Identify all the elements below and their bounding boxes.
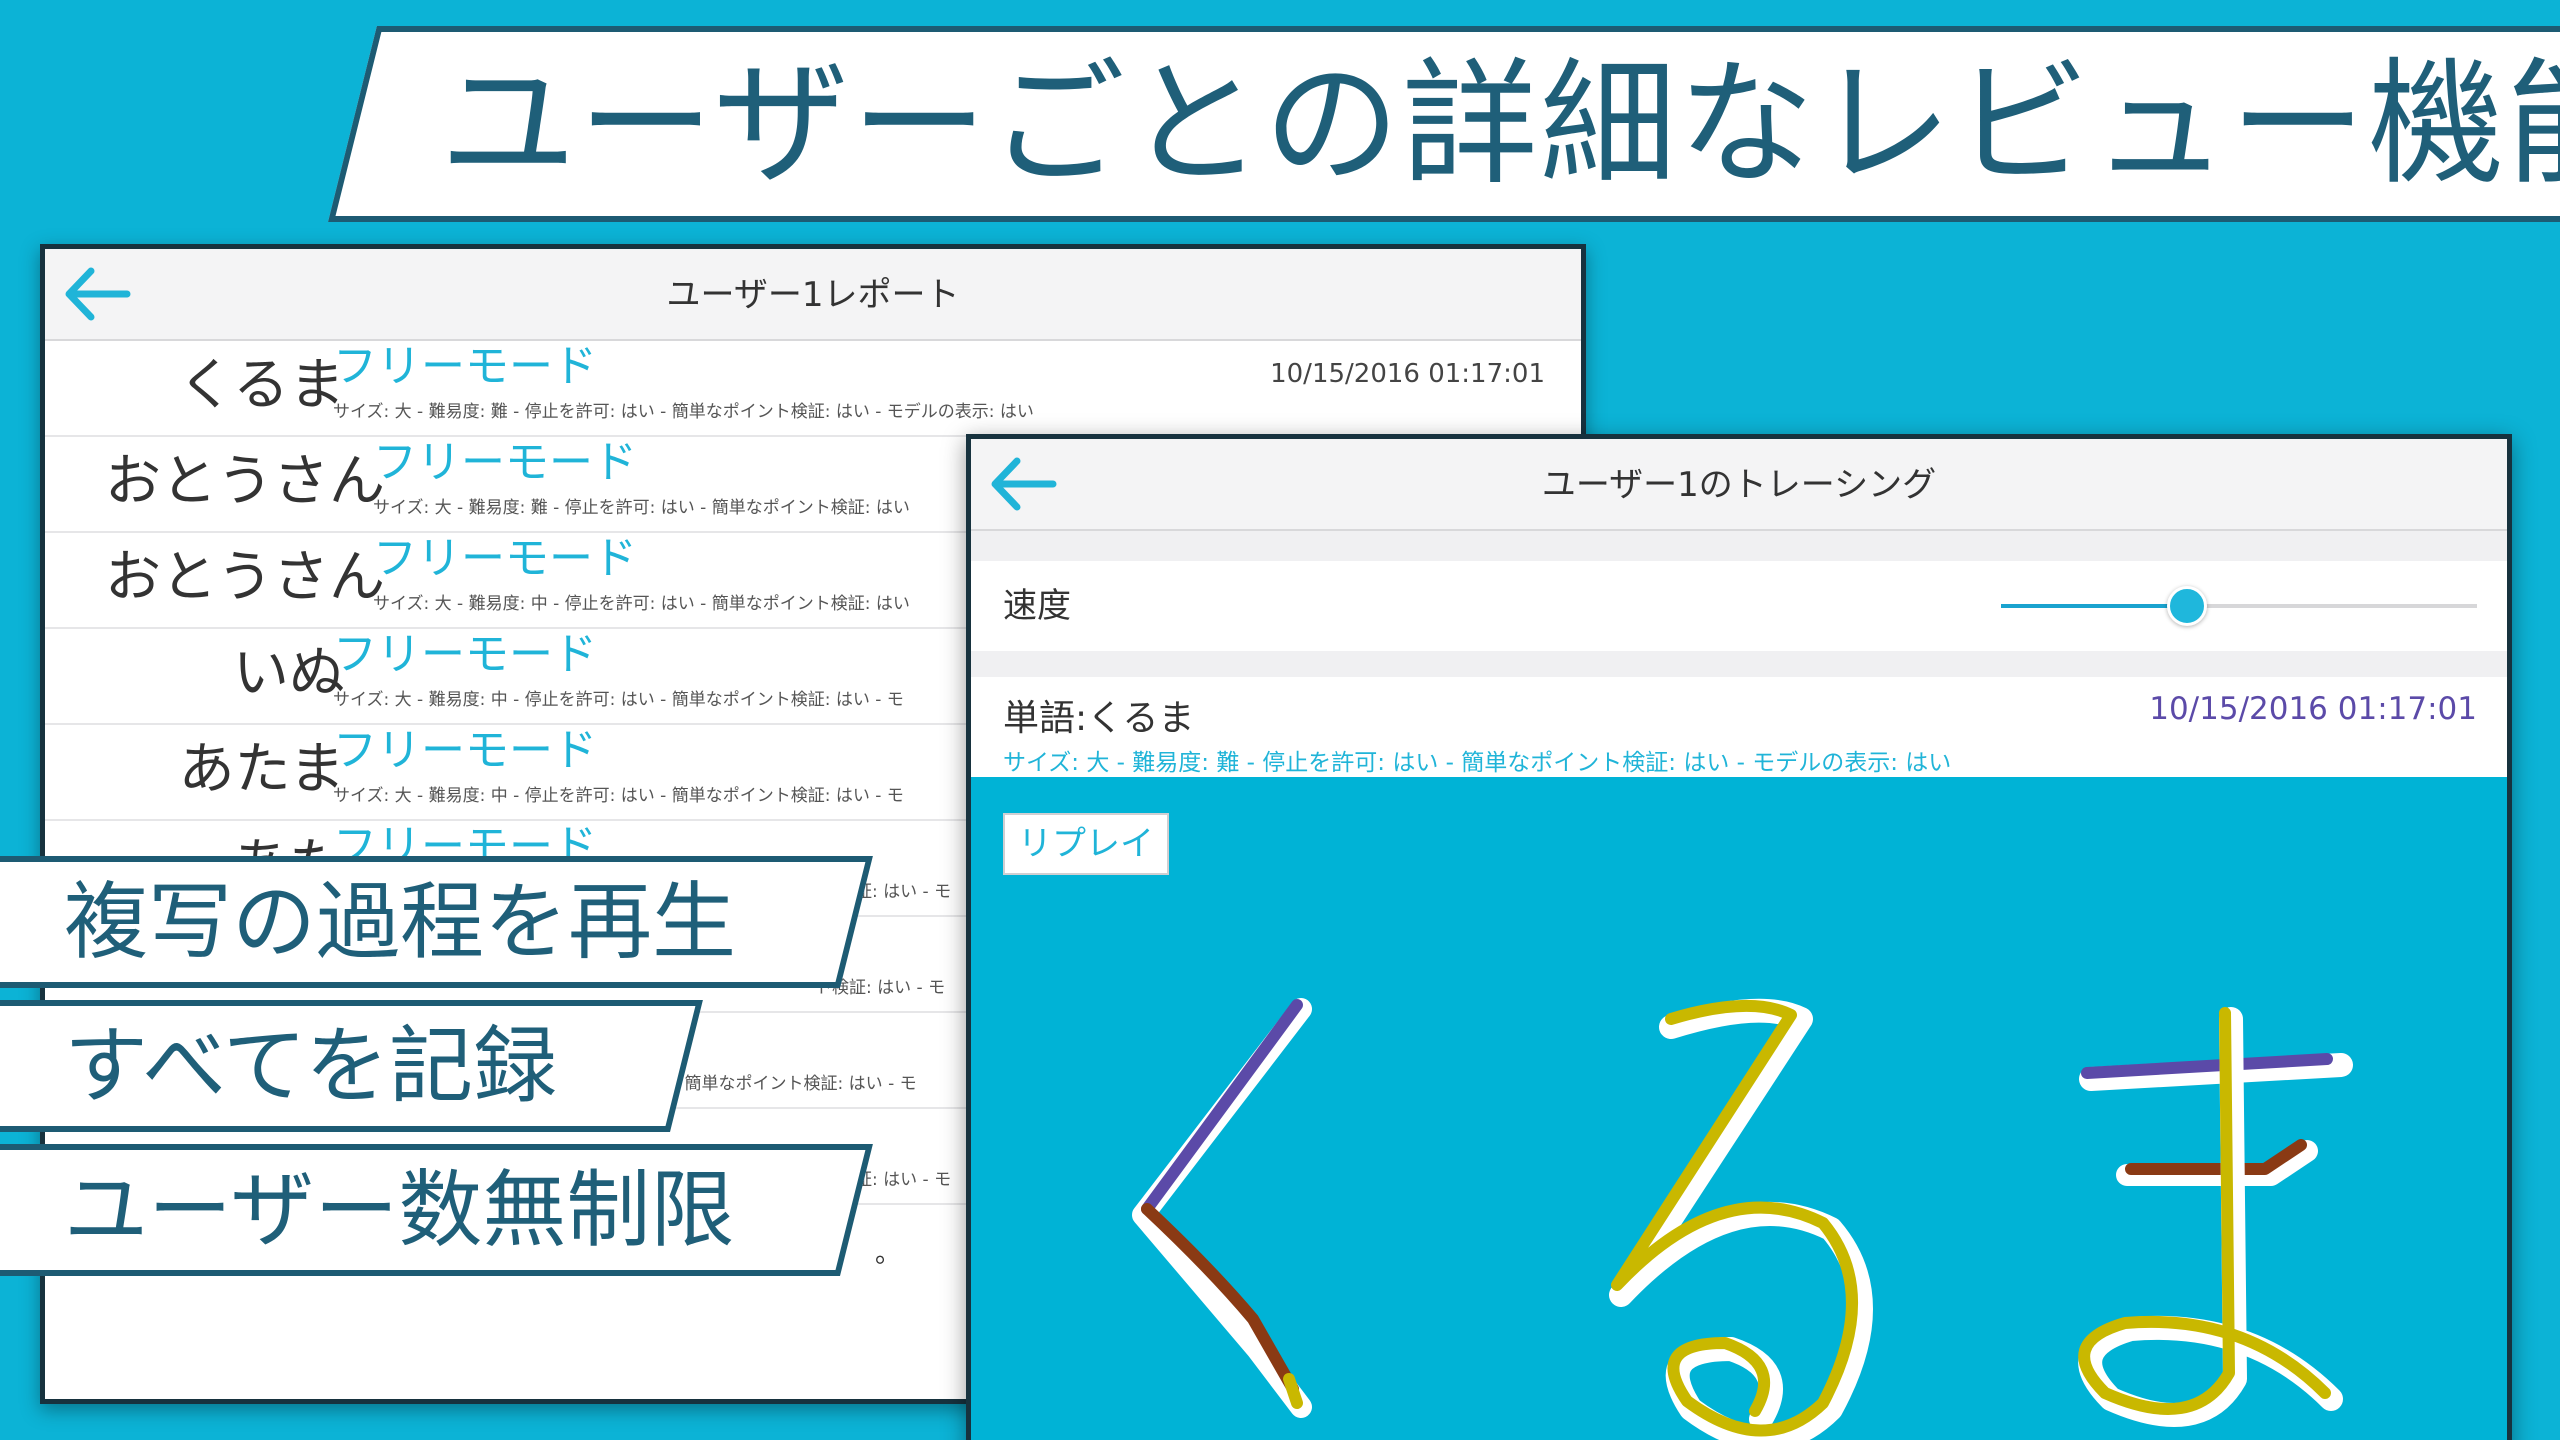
row-info: 証: はい - モ [855, 1170, 952, 1190]
report-title: ユーザー1レポート [666, 275, 960, 315]
section-gap [971, 531, 2507, 561]
word-row: 単語:くるま 10/15/2016 01:17:01 サイズ: 大 - 難易度:… [971, 677, 2507, 777]
tracing-title: ユーザー1のトレーシング [1541, 465, 1937, 505]
speed-slider[interactable] [2001, 586, 2477, 626]
row-info: 証: はい - モ [855, 882, 952, 902]
row-info: - 簡単なポイント検証: はい - モ [673, 1074, 917, 1094]
row-info: サイズ: 大 - 難易度: 中 - 停止を許可: はい - 簡単なポイント検証:… [333, 690, 904, 710]
row-word: いぬ [233, 641, 345, 706]
kana-ku-strokes [1132, 998, 1312, 1418]
report-header: ユーザー1レポート [45, 249, 1581, 341]
row-mode: フリーモード [333, 725, 597, 776]
row-info: サイズ: 大 - 難易度: 中 - 停止を許可: はい - 簡単なポイント検証:… [373, 594, 910, 614]
banner-title: ユーザーごとの詳細なレビュー機能 [440, 46, 2560, 204]
kana-ru-strokes [1609, 998, 1873, 1440]
speed-label: 速度 [1003, 586, 1071, 626]
row-info: サイズ: 大 - 難易度: 難 - 停止を許可: はい - 簡単なポイント検証:… [373, 498, 910, 518]
section-gap [971, 651, 2507, 677]
speed-slider-thumb[interactable] [2166, 586, 2207, 626]
row-word: おとうさん [105, 545, 385, 610]
footer-dot: 。 [875, 1239, 902, 1269]
speed-slider-fill [2001, 604, 2187, 608]
row-info: サイズ: 大 - 難易度: 中 - 停止を許可: はい - 簡単なポイント検証:… [333, 786, 904, 806]
replay-button[interactable]: リプレイ [1003, 813, 1169, 875]
row-mode: フリーモード [333, 341, 597, 392]
row-mode: フリーモード [373, 533, 637, 584]
row-word: くるま [178, 353, 345, 418]
tracing-window: ユーザー1のトレーシング 速度 単語:くるま 10/15/2016 01:17:… [966, 434, 2512, 1440]
feature-record-label: すべてを記録 [64, 1017, 558, 1115]
kana-ma-strokes [2078, 1007, 2353, 1427]
row-mode: フリーモード [333, 629, 597, 680]
row-word: あたま [178, 737, 345, 802]
tracing-header: ユーザー1のトレーシング [971, 439, 2507, 531]
row-info: サイズ: 大 - 難易度: 難 - 停止を許可: はい - 簡単なポイント検証:… [333, 402, 1034, 422]
row-word: おとうさん [105, 449, 385, 514]
row-date: 10/15/2016 01:17:01 [1270, 359, 1545, 389]
speed-row: 速度 [971, 561, 2507, 651]
word-label: 単語:くるま [1003, 698, 1195, 739]
row-mode: フリーモード [373, 437, 637, 488]
tracing-canvas [1132, 998, 2353, 1440]
word-info: サイズ: 大 - 難易度: 難 - 停止を許可: はい - 簡単なポイント検証:… [1003, 750, 1952, 776]
feature-replay-label: 複写の過程を再生 [64, 873, 737, 971]
word-date: 10/15/2016 01:17:01 [2149, 691, 2477, 727]
feature-users-label: ユーザー数無制限 [64, 1161, 735, 1259]
report-row[interactable]: くるま フリーモード サイズ: 大 - 難易度: 難 - 停止を許可: はい -… [45, 341, 1581, 437]
